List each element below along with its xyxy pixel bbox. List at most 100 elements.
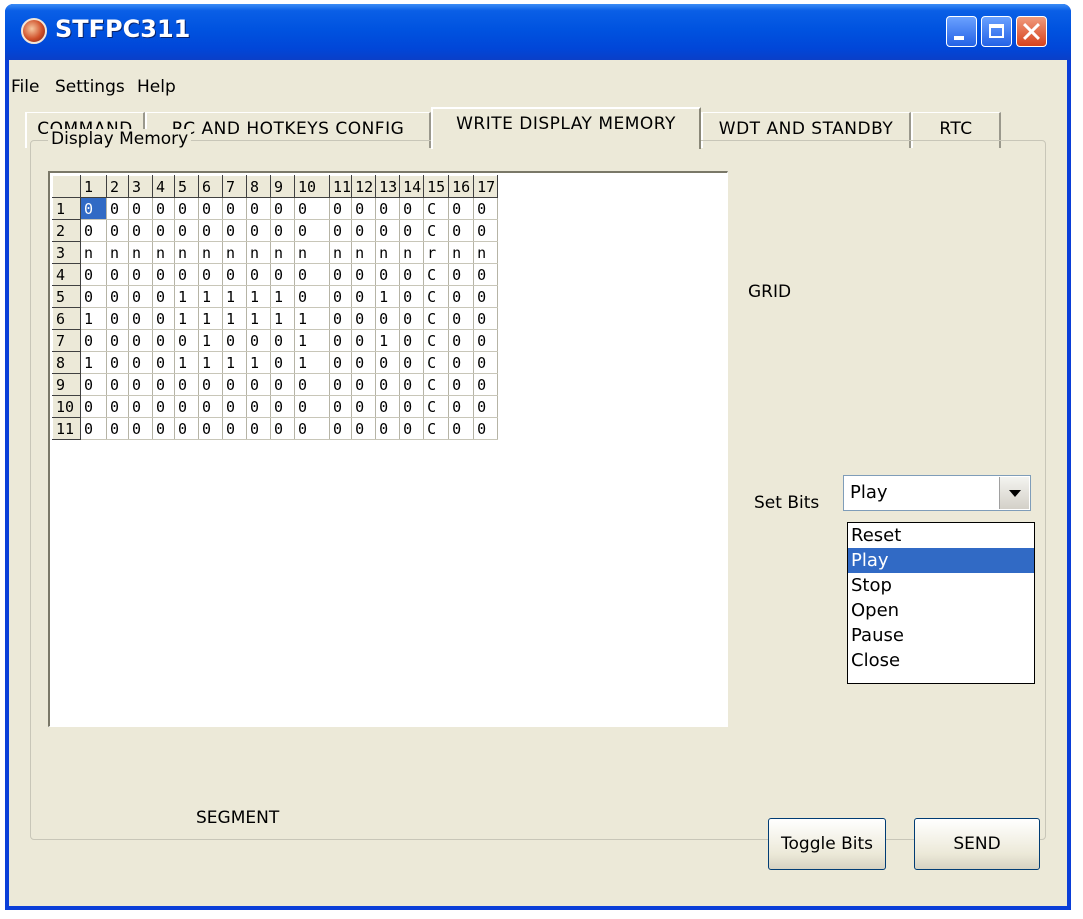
grid-cell[interactable]: 0: [329, 285, 353, 308]
send-button[interactable]: SEND: [914, 818, 1040, 870]
grid-cell[interactable]: 0: [222, 373, 247, 396]
grid-cell[interactable]: 0: [174, 417, 199, 440]
column-header[interactable]: 8: [246, 175, 271, 198]
grid-cell[interactable]: 0: [473, 373, 499, 396]
column-header[interactable]: 1: [80, 175, 107, 198]
grid-cell[interactable]: 0: [128, 329, 153, 352]
grid-cell[interactable]: 0: [473, 197, 499, 220]
grid-cell[interactable]: 0: [128, 197, 153, 220]
grid-cell[interactable]: 0: [448, 263, 475, 286]
grid-cell[interactable]: 0: [448, 329, 475, 352]
grid-cell[interactable]: 0: [270, 417, 295, 440]
grid-cell[interactable]: 0: [198, 197, 223, 220]
grid-cell[interactable]: 1: [246, 307, 271, 330]
grid-cell[interactable]: 0: [473, 285, 499, 308]
grid-cell[interactable]: 0: [399, 373, 425, 396]
grid-cell[interactable]: C: [423, 417, 450, 440]
row-header[interactable]: 5: [52, 285, 81, 308]
grid-cell[interactable]: 0: [329, 395, 353, 418]
grid-cell[interactable]: 0: [106, 307, 129, 330]
grid-cell[interactable]: 0: [294, 263, 330, 286]
row-header[interactable]: 7: [52, 329, 81, 352]
grid-cell[interactable]: n: [80, 241, 107, 264]
close-button[interactable]: [1016, 16, 1047, 47]
grid-cell[interactable]: 0: [222, 219, 247, 242]
grid-cell[interactable]: 0: [80, 329, 107, 352]
grid-cell[interactable]: 0: [294, 285, 330, 308]
grid-cell[interactable]: 0: [399, 307, 425, 330]
grid-cell[interactable]: 0: [375, 373, 401, 396]
dropdown-option-open[interactable]: Open: [848, 598, 1034, 623]
grid-cell[interactable]: 0: [222, 197, 247, 220]
grid-cell[interactable]: 0: [222, 395, 247, 418]
grid-cell[interactable]: 0: [198, 395, 223, 418]
grid-cell[interactable]: 1: [294, 329, 330, 352]
grid-cell[interactable]: 0: [351, 417, 377, 440]
grid-cell[interactable]: 0: [399, 417, 425, 440]
grid-cell[interactable]: 0: [174, 263, 199, 286]
grid-cell[interactable]: 0: [329, 263, 353, 286]
grid-cell[interactable]: 0: [222, 329, 247, 352]
grid-cell[interactable]: 0: [106, 263, 129, 286]
grid-cell[interactable]: 0: [270, 197, 295, 220]
column-header[interactable]: 13: [375, 175, 401, 198]
grid-cell[interactable]: 0: [270, 373, 295, 396]
dropdown-option-reset[interactable]: Reset: [848, 523, 1034, 548]
row-header[interactable]: 9: [52, 373, 81, 396]
grid-cell[interactable]: C: [423, 351, 450, 374]
grid-cell[interactable]: 0: [80, 395, 107, 418]
grid-cell[interactable]: 1: [174, 307, 199, 330]
grid-cell[interactable]: 0: [246, 197, 271, 220]
app-icon[interactable]: [21, 18, 47, 44]
grid-cell[interactable]: 0: [246, 329, 271, 352]
grid-cell[interactable]: 0: [351, 285, 377, 308]
grid-cell[interactable]: 0: [351, 197, 377, 220]
grid-cell[interactable]: 0: [473, 417, 499, 440]
grid-cell[interactable]: 0: [399, 219, 425, 242]
column-header[interactable]: 2: [106, 175, 129, 198]
grid-cell[interactable]: 0: [351, 329, 377, 352]
grid-cell[interactable]: n: [128, 241, 153, 264]
grid-cell[interactable]: 0: [128, 351, 153, 374]
grid-cell[interactable]: C: [423, 219, 450, 242]
grid-cell[interactable]: n: [294, 241, 330, 264]
grid-cell[interactable]: C: [423, 285, 450, 308]
grid-cell[interactable]: 0: [106, 395, 129, 418]
grid-cell[interactable]: 0: [473, 307, 499, 330]
grid-cell[interactable]: 0: [152, 329, 175, 352]
column-header[interactable]: 15: [423, 175, 450, 198]
column-header[interactable]: 6: [198, 175, 223, 198]
grid-cell[interactable]: 0: [128, 263, 153, 286]
grid-cell[interactable]: 0: [80, 373, 107, 396]
grid-cell[interactable]: 1: [222, 307, 247, 330]
grid-cell[interactable]: n: [351, 241, 377, 264]
grid-cell[interactable]: n: [198, 241, 223, 264]
grid-cell[interactable]: 0: [473, 351, 499, 374]
grid-cell[interactable]: 0: [152, 351, 175, 374]
grid-cell[interactable]: 0: [329, 197, 353, 220]
grid-cell[interactable]: 0: [152, 219, 175, 242]
grid-cell[interactable]: 0: [448, 219, 475, 242]
grid-cell[interactable]: 0: [375, 351, 401, 374]
grid-cell[interactable]: C: [423, 263, 450, 286]
column-header[interactable]: 14: [399, 175, 425, 198]
grid-cell[interactable]: 1: [222, 285, 247, 308]
grid-cell[interactable]: 1: [80, 307, 107, 330]
column-header[interactable]: 12: [351, 175, 377, 198]
grid-cell[interactable]: 0: [329, 329, 353, 352]
grid-cell[interactable]: 0: [448, 373, 475, 396]
grid-cell[interactable]: 0: [80, 219, 107, 242]
grid-cell[interactable]: n: [152, 241, 175, 264]
grid-cell[interactable]: 0: [152, 307, 175, 330]
grid-cell[interactable]: 0: [351, 373, 377, 396]
grid-cell[interactable]: n: [375, 241, 401, 264]
column-header[interactable]: 11: [328, 175, 353, 198]
dropdown-option-play[interactable]: Play: [848, 548, 1034, 573]
grid-cell[interactable]: 1: [294, 307, 330, 330]
grid-cell[interactable]: 0: [448, 395, 475, 418]
dropdown-option-stop[interactable]: Stop: [848, 573, 1034, 598]
grid-cell[interactable]: 0: [106, 351, 129, 374]
grid-cell[interactable]: 0: [198, 417, 223, 440]
grid-cell[interactable]: n: [399, 241, 425, 264]
row-header[interactable]: 11: [52, 417, 81, 440]
